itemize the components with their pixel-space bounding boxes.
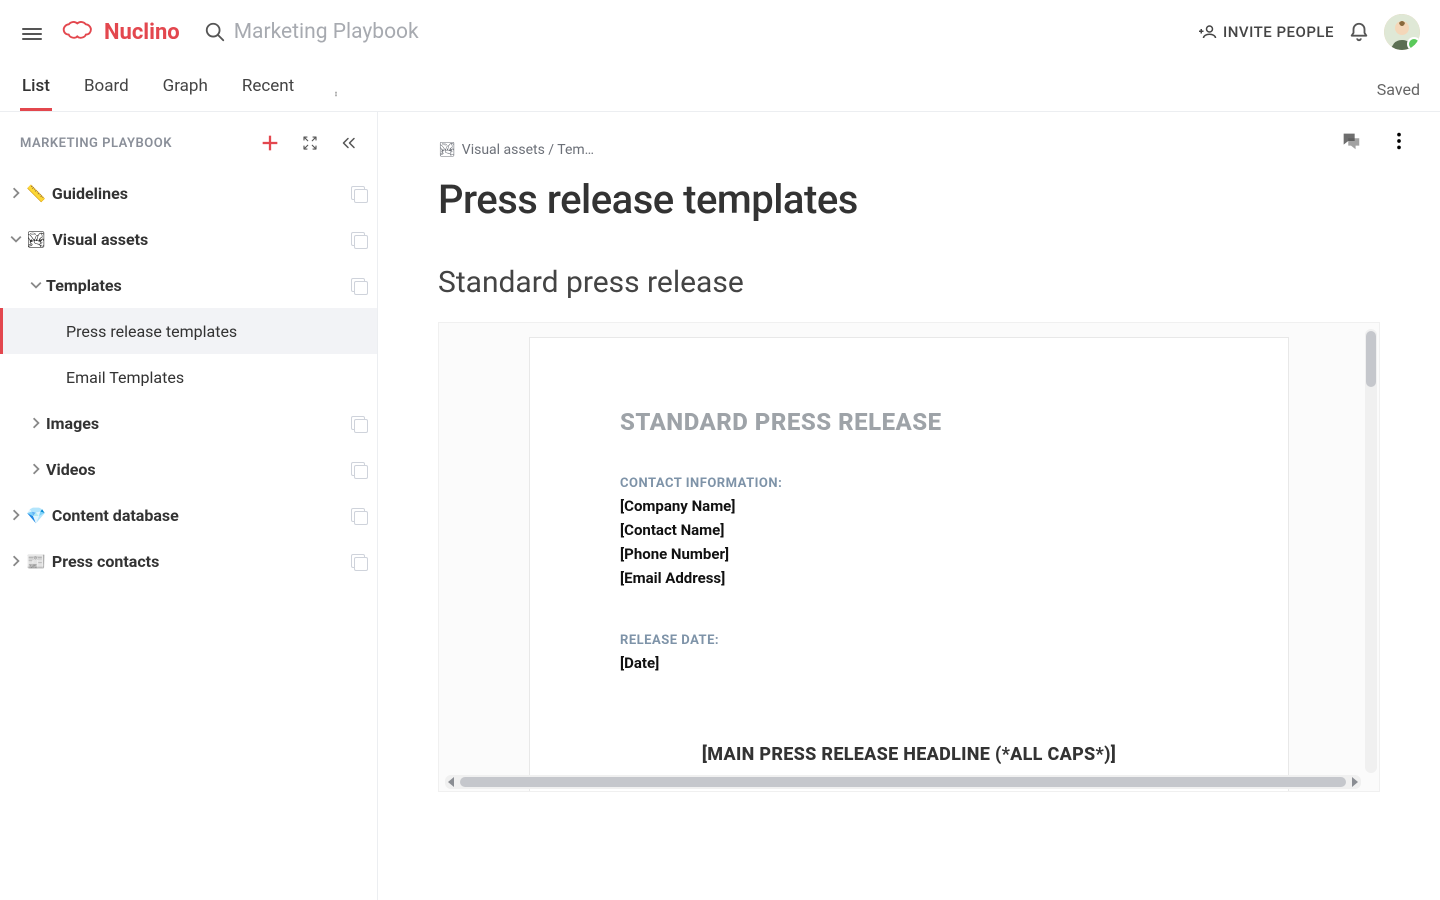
saved-status: Saved bbox=[1377, 80, 1420, 99]
pr-title: STANDARD PRESS RELEASE bbox=[620, 408, 1198, 436]
chevron-right-icon bbox=[30, 463, 42, 475]
section-heading[interactable]: Standard press release bbox=[438, 265, 1380, 300]
tab-board[interactable]: Board bbox=[82, 76, 131, 111]
copy-icon[interactable] bbox=[351, 554, 365, 568]
chevron-down-icon bbox=[10, 233, 22, 245]
embed-viewport[interactable]: STANDARD PRESS RELEASE CONTACT INFORMATI… bbox=[439, 323, 1379, 791]
sidebar-tree: 📏 Guidelines 🏞 Visual assets Templates P… bbox=[0, 164, 377, 584]
sidebar-item-label: Visual assets bbox=[52, 230, 351, 249]
copy-icon[interactable] bbox=[351, 232, 365, 246]
sidebar-item-images[interactable]: Images bbox=[0, 400, 377, 446]
chevron-right-icon bbox=[10, 509, 22, 521]
chevron-right-icon bbox=[10, 187, 22, 199]
document: 🏞 Visual assets / Tem… Press release tem… bbox=[378, 112, 1440, 900]
user-avatar[interactable] bbox=[1384, 14, 1420, 50]
hamburger-icon bbox=[22, 25, 42, 39]
copy-icon[interactable] bbox=[351, 462, 365, 476]
scrollbar-thumb[interactable] bbox=[1366, 331, 1376, 387]
brand[interactable]: Nuclino bbox=[62, 18, 180, 46]
pr-contact-label: CONTACT INFORMATION: bbox=[620, 476, 1198, 491]
copy-icon[interactable] bbox=[351, 416, 365, 430]
sidebar: MARKETING PLAYBOOK 📏 Guidelines 🏞 Visual… bbox=[0, 112, 378, 900]
newspaper-icon: 📰 bbox=[26, 552, 46, 571]
sidebar-item-label: Content database bbox=[52, 506, 351, 525]
pr-contact: [Contact Name] bbox=[620, 521, 1198, 539]
brand-logo-icon bbox=[62, 18, 96, 46]
search-placeholder: Marketing Playbook bbox=[234, 20, 419, 44]
vertical-scrollbar[interactable] bbox=[1365, 329, 1377, 773]
landscape-icon: 🏞 bbox=[26, 230, 46, 249]
more-icon[interactable] bbox=[1388, 130, 1410, 152]
scrollbar-thumb[interactable] bbox=[460, 777, 1346, 787]
copy-icon[interactable] bbox=[351, 186, 365, 200]
sidebar-item-label: Templates bbox=[46, 276, 351, 295]
notifications-icon[interactable] bbox=[1348, 21, 1370, 43]
sidebar-title: MARKETING PLAYBOOK bbox=[20, 136, 253, 151]
search-icon bbox=[204, 21, 226, 43]
diamond-icon: 💎 bbox=[26, 506, 46, 525]
chevron-down-icon bbox=[30, 279, 42, 291]
brand-name: Nuclino bbox=[104, 20, 180, 45]
horizontal-scrollbar[interactable] bbox=[445, 775, 1361, 789]
invite-people-button[interactable]: INVITE PEOPLE bbox=[1199, 23, 1334, 41]
document-area: 🏞 Visual assets / Tem… Press release tem… bbox=[378, 112, 1440, 900]
landscape-icon: 🏞 bbox=[438, 142, 456, 158]
sidebar-item-visual-assets[interactable]: 🏞 Visual assets bbox=[0, 216, 377, 262]
sidebar-item-templates[interactable]: Templates bbox=[0, 262, 377, 308]
pr-phone: [Phone Number] bbox=[620, 545, 1198, 563]
tab-recent[interactable]: Recent bbox=[240, 76, 296, 111]
tab-list[interactable]: List bbox=[20, 76, 52, 111]
sidebar-item-content-database[interactable]: 💎 Content database bbox=[0, 492, 377, 538]
sidebar-item-email-templates[interactable]: Email Templates bbox=[0, 354, 377, 400]
page-title[interactable]: Press release templates bbox=[438, 176, 1380, 223]
scroll-left-arrow[interactable] bbox=[448, 777, 454, 787]
breadcrumb[interactable]: 🏞 Visual assets / Tem… bbox=[438, 142, 1380, 158]
tabs-more-icon[interactable] bbox=[326, 91, 346, 111]
sidebar-item-press-contacts[interactable]: 📰 Press contacts bbox=[0, 538, 377, 584]
pr-company: [Company Name] bbox=[620, 497, 1198, 515]
sidebar-item-videos[interactable]: Videos bbox=[0, 446, 377, 492]
press-release-page: STANDARD PRESS RELEASE CONTACT INFORMATI… bbox=[529, 337, 1289, 791]
add-person-icon bbox=[1199, 23, 1217, 41]
chevron-right-icon bbox=[10, 555, 22, 567]
menu-button[interactable] bbox=[16, 16, 48, 48]
pr-headline: [MAIN PRESS RELEASE HEADLINE (*ALL CAPS*… bbox=[620, 744, 1198, 765]
add-item-icon[interactable] bbox=[259, 132, 281, 154]
template-embed: STANDARD PRESS RELEASE CONTACT INFORMATI… bbox=[438, 322, 1380, 792]
copy-icon[interactable] bbox=[351, 278, 365, 292]
comments-icon[interactable] bbox=[1340, 130, 1362, 152]
sidebar-item-label: Press release templates bbox=[66, 322, 365, 341]
chevron-right-icon bbox=[30, 417, 42, 429]
doc-actions bbox=[1340, 130, 1410, 152]
search[interactable]: Marketing Playbook bbox=[204, 20, 1185, 44]
collapse-sidebar-icon[interactable] bbox=[339, 134, 357, 152]
sidebar-item-press-release-templates[interactable]: Press release templates bbox=[0, 308, 377, 354]
expand-icon[interactable] bbox=[301, 134, 319, 152]
sidebar-item-label: Guidelines bbox=[52, 184, 351, 203]
scroll-right-arrow[interactable] bbox=[1352, 777, 1358, 787]
view-tabs: List Board Graph Recent Saved bbox=[0, 64, 1440, 112]
sidebar-header: MARKETING PLAYBOOK bbox=[0, 112, 377, 164]
ruler-icon: 📏 bbox=[26, 184, 46, 203]
invite-label: INVITE PEOPLE bbox=[1223, 23, 1334, 41]
sidebar-item-label: Videos bbox=[46, 460, 351, 479]
sidebar-item-label: Email Templates bbox=[66, 368, 365, 387]
sidebar-item-guidelines[interactable]: 📏 Guidelines bbox=[0, 170, 377, 216]
topbar: Nuclino Marketing Playbook INVITE PEOPLE bbox=[0, 0, 1440, 64]
tab-graph[interactable]: Graph bbox=[161, 76, 210, 111]
pr-date: [Date] bbox=[620, 654, 1198, 672]
pr-release-label: RELEASE DATE: bbox=[620, 633, 1198, 648]
sidebar-item-label: Images bbox=[46, 414, 351, 433]
copy-icon[interactable] bbox=[351, 508, 365, 522]
breadcrumb-text: Visual assets / Tem… bbox=[462, 142, 594, 158]
sidebar-item-label: Press contacts bbox=[52, 552, 351, 571]
avatar-icon bbox=[1384, 14, 1420, 50]
pr-email: [Email Address] bbox=[620, 569, 1198, 587]
